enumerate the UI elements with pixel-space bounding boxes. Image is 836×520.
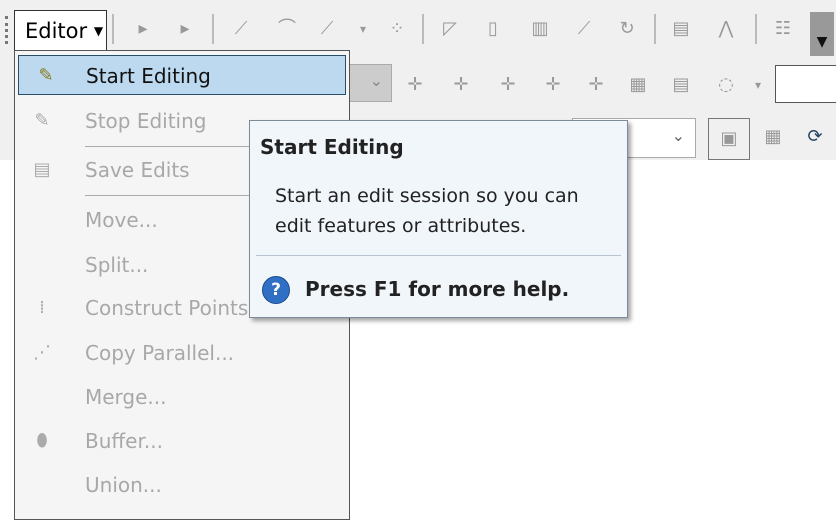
- editor-label: Editor: [25, 19, 88, 43]
- chevron-down-icon[interactable]: ▾: [745, 72, 771, 98]
- topology-icon[interactable]: ▦: [625, 72, 651, 98]
- sketch-properties-icon[interactable]: ⋀: [713, 16, 739, 42]
- tooltip-help-text: Press F1 for more help.: [305, 277, 570, 301]
- create-features-icon[interactable]: ☷: [770, 16, 796, 42]
- snap-icon[interactable]: ✛: [583, 72, 609, 98]
- editor-toolbar: ▸ ▸ ⟋ ⌒ ⟋ ▾ ⁘ ◸ ▯ ▥ ⟋ ↻ ▤ ⋀ ☷ ▼: [0, 0, 836, 57]
- menu-item-label: Stop Editing: [85, 109, 207, 133]
- refresh-icon[interactable]: ⟳: [802, 124, 828, 150]
- tooltip: Start Editing Start an edit session so y…: [249, 120, 628, 318]
- arc-segment-icon[interactable]: ⌒: [274, 16, 300, 42]
- copy-parallel-icon: ⋰: [33, 342, 51, 363]
- buffer-icon: ⬮: [36, 430, 48, 451]
- chevron-down-icon: ⌄: [671, 126, 685, 145]
- menu-item-start-editing[interactable]: ✎ Start Editing: [18, 55, 346, 95]
- menu-item-label: Union...: [85, 473, 162, 497]
- rotate-icon[interactable]: ↻: [614, 16, 640, 42]
- chevron-down-icon[interactable]: ▾: [350, 16, 376, 42]
- menu-item-copy-parallel[interactable]: ⋰ Copy Parallel...: [15, 333, 349, 373]
- snap-icon[interactable]: ✛: [402, 72, 428, 98]
- edit-vertices-icon[interactable]: ◸: [437, 16, 463, 42]
- trace-icon[interactable]: ⟋: [314, 16, 340, 42]
- toolbar-grip[interactable]: [5, 16, 11, 44]
- menu-item-label: Save Edits: [85, 158, 190, 182]
- split-icon[interactable]: ⟋: [571, 16, 597, 42]
- edit-annotation-tool-icon[interactable]: ▸: [172, 16, 198, 42]
- menu-item-label: Copy Parallel...: [85, 341, 235, 365]
- snap-icon[interactable]: ✛: [540, 72, 566, 98]
- cut-polygons-icon[interactable]: ▥: [527, 16, 553, 42]
- menu-item-label: Split...: [85, 253, 149, 277]
- tooltip-divider: [256, 255, 621, 256]
- save-icon: ▤: [33, 159, 51, 180]
- chevron-down-icon: ⌄: [369, 71, 383, 90]
- menu-item-label: Construct Points...: [85, 296, 268, 320]
- topology-edit-icon[interactable]: ▤: [668, 72, 694, 98]
- menu-item-buffer[interactable]: ⬮ Buffer...: [15, 421, 349, 461]
- menu-item-union[interactable]: Union...: [15, 465, 349, 505]
- pencil-stop-icon: ✎: [34, 110, 50, 131]
- chevron-down-icon: ▼: [93, 24, 104, 38]
- construct-points-icon: ⁞: [39, 297, 45, 318]
- menu-item-label: Buffer...: [85, 429, 163, 453]
- attributes-icon[interactable]: ▤: [668, 16, 694, 42]
- point-icon[interactable]: ⁘: [384, 16, 410, 42]
- table-icon[interactable]: ▦: [760, 124, 786, 150]
- edit-tool-icon[interactable]: ▸: [130, 16, 156, 42]
- snap-icon[interactable]: ✛: [495, 72, 521, 98]
- menu-item-label: Merge...: [85, 385, 167, 409]
- menu-item-merge[interactable]: Merge...: [15, 377, 349, 417]
- menu-item-label: Move...: [85, 208, 158, 232]
- toolbar-overflow-button[interactable]: ▼: [810, 12, 834, 56]
- editor-menu-button[interactable]: Editor ▼: [14, 10, 107, 50]
- layout-view-icon[interactable]: ▣: [708, 118, 750, 160]
- reshape-icon[interactable]: ▯: [480, 16, 506, 42]
- rotate-tool-icon[interactable]: ◌: [713, 72, 739, 98]
- straight-segment-icon[interactable]: ⟋: [228, 16, 254, 42]
- value-input[interactable]: [775, 65, 836, 103]
- menu-item-label: Start Editing: [86, 64, 211, 88]
- snap-icon[interactable]: ✛: [448, 72, 474, 98]
- tooltip-description: Start an edit session so you can edit fe…: [275, 185, 579, 237]
- pencil-start-icon: ✎: [38, 65, 54, 86]
- tooltip-title: Start Editing: [260, 135, 404, 159]
- question-icon: ?: [262, 276, 290, 304]
